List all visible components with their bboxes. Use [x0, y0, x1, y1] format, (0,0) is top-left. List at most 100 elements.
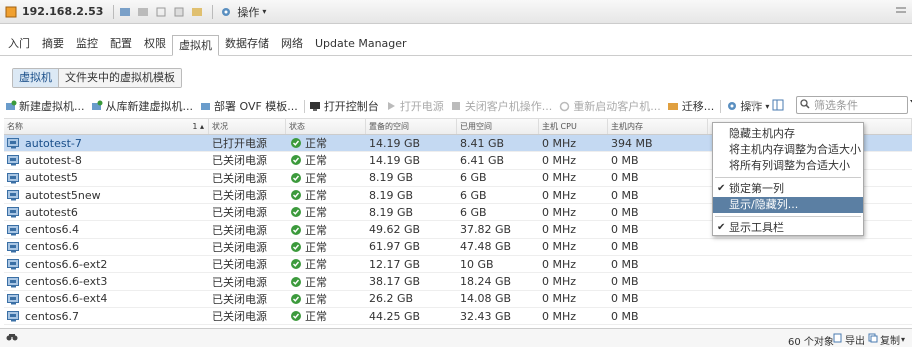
- vm-add-icon[interactable]: [118, 5, 132, 19]
- shutdown-guest-button[interactable]: 关闭客户机操作...: [450, 98, 552, 114]
- menu-item[interactable]: 显示/隐藏列...: [713, 197, 863, 213]
- menu-item[interactable]: 隐藏主机内存: [713, 126, 863, 142]
- subtab-vm-templates[interactable]: 文件夹中的虚拟机模板: [59, 69, 181, 87]
- export-button[interactable]: 导出: [833, 332, 865, 347]
- vm-name[interactable]: centos6.6-ext4: [25, 292, 107, 305]
- menu-item[interactable]: 将主机内存调整为合适大小: [713, 142, 863, 158]
- vm-provisioned: 38.17 GB: [369, 275, 421, 289]
- tab-permissions[interactable]: 权限: [138, 34, 172, 55]
- vm-used: 6 GB: [460, 171, 487, 185]
- table-row[interactable]: centos6.7 已关闭电源 正常 44.25 GB 32.43 GB 0 MHz 0 M…: [4, 308, 912, 326]
- vm-name-cell[interactable]: autotest6: [4, 206, 209, 219]
- vm-status: 正常: [305, 154, 327, 168]
- col-provisioned[interactable]: 置备的空间: [366, 119, 457, 134]
- vm-host-cpu: 0 MHz: [542, 188, 577, 202]
- columns-icon[interactable]: [772, 99, 784, 114]
- table-row[interactable]: centos6.6 已关闭电源 正常 61.97 GB 47.48 GB 0 MHz 0 M…: [4, 239, 912, 257]
- vm-host-mem: 0 MB: [611, 275, 639, 289]
- vm-status: 正常: [305, 275, 327, 289]
- vm-name-cell[interactable]: centos6.7: [4, 310, 209, 323]
- vm-name-cell[interactable]: centos6.6: [4, 240, 209, 253]
- vm-state: 已关闭电源: [212, 189, 267, 203]
- col-status[interactable]: 状态: [286, 119, 366, 134]
- vm-provisioned: 8.19 GB: [369, 171, 414, 185]
- vm-name[interactable]: centos6.7: [25, 310, 79, 323]
- vm-name[interactable]: centos6.4: [25, 223, 79, 236]
- vm-host-mem: 0 MB: [611, 240, 639, 254]
- vm-name[interactable]: autotest-7: [25, 137, 82, 150]
- migrate-button[interactable]: 迁移...: [667, 98, 714, 114]
- menu-item[interactable]: ✔ 锁定第一列: [713, 181, 863, 197]
- copy-button[interactable]: 复制 ▾: [868, 332, 905, 347]
- tab-vms[interactable]: 虚拟机: [172, 35, 219, 56]
- vm-provisioned: 14.19 GB: [369, 153, 421, 167]
- col-name[interactable]: 名称 1 ▴: [4, 119, 209, 134]
- filter-input[interactable]: 筛选条件: [796, 96, 908, 114]
- binoculars-icon[interactable]: [6, 332, 18, 345]
- vm-name[interactable]: centos6.6: [25, 240, 79, 253]
- vm-host-mem: 0 MB: [611, 223, 639, 237]
- vm-name[interactable]: centos6.6-ext2: [25, 258, 107, 271]
- gear-icon: [219, 5, 233, 19]
- power-on-button[interactable]: 打开电源: [385, 98, 444, 114]
- subtab-vms[interactable]: 虚拟机: [13, 69, 59, 87]
- vm-name-cell[interactable]: autotest-7: [4, 137, 209, 150]
- tab-update-manager[interactable]: Update Manager: [309, 34, 413, 55]
- vm-toolbar: 新建虚拟机... 从库新建虚拟机... 部署 OVF 模板... 打开控制台 打…: [4, 96, 912, 115]
- clear-filter-icon[interactable]: [748, 99, 760, 114]
- menu-item[interactable]: ✔ 显示工具栏: [713, 220, 863, 236]
- vm-icon: [7, 172, 21, 184]
- vm-name[interactable]: autotest5: [25, 171, 78, 184]
- vm-name[interactable]: autotest-8: [25, 154, 82, 167]
- vm-power-icon[interactable]: [136, 5, 150, 19]
- vm-name-cell[interactable]: autotest5: [4, 171, 209, 184]
- col-state[interactable]: 状况: [209, 119, 286, 134]
- vm-icon: [7, 154, 21, 166]
- vm-name-cell[interactable]: centos6.4: [4, 223, 209, 236]
- vm-status-cell: 正常: [286, 204, 366, 220]
- tab-networks[interactable]: 网络: [275, 34, 309, 55]
- vm-name-cell[interactable]: centos6.6-ext3: [4, 275, 209, 288]
- vm-status: 正常: [305, 240, 327, 254]
- vm-console-icon[interactable]: [154, 5, 168, 19]
- vm-status-cell: 正常: [286, 291, 366, 307]
- deploy-ovf-button[interactable]: 部署 OVF 模板...: [199, 98, 298, 114]
- vm-name-cell[interactable]: autotest-8: [4, 154, 209, 167]
- tab-getting-started[interactable]: 入门: [2, 34, 36, 55]
- vm-status: 正常: [305, 171, 327, 185]
- vm-name[interactable]: autotest5new: [25, 189, 101, 202]
- tab-datastores[interactable]: 数据存储: [219, 34, 275, 55]
- col-used[interactable]: 已用空间: [457, 119, 539, 134]
- open-console-button[interactable]: 打开控制台: [309, 98, 379, 114]
- vm-status: 正常: [305, 310, 327, 324]
- vm-name-cell[interactable]: centos6.6-ext4: [4, 292, 209, 305]
- new-vm-button[interactable]: 新建虚拟机...: [4, 98, 85, 114]
- vm-name-cell[interactable]: centos6.6-ext2: [4, 258, 209, 271]
- tab-summary[interactable]: 摘要: [36, 34, 70, 55]
- table-row[interactable]: centos6.6-ext3 已关闭电源 正常 38.17 GB 18.24 GB 0 M…: [4, 273, 912, 291]
- vm-name-cell[interactable]: autotest5new: [4, 189, 209, 202]
- tab-monitor[interactable]: 监控: [70, 34, 104, 55]
- actions-menu[interactable]: 操作 ▾: [219, 4, 266, 20]
- vm-snapshot-icon[interactable]: [172, 5, 186, 19]
- col-host-mem[interactable]: 主机内存: [608, 119, 708, 134]
- new-from-library-button[interactable]: 从库新建虚拟机...: [91, 98, 193, 114]
- restart-guest-button[interactable]: 重新启动客户机...: [558, 98, 661, 114]
- vm-host-mem: 0 MB: [611, 171, 639, 185]
- vm-status: 正常: [305, 292, 327, 306]
- table-row[interactable]: centos6.6-ext2 已关闭电源 正常 12.17 GB 10 GB 0 MHz 0…: [4, 256, 912, 274]
- vm-migrate-icon[interactable]: [190, 5, 204, 19]
- vm-used: 37.82 GB: [460, 223, 512, 237]
- col-host-cpu[interactable]: 主机 CPU: [539, 119, 608, 134]
- menu-separator: [715, 177, 861, 178]
- vm-state: 已关闭电源: [212, 292, 267, 306]
- vm-used: 6.41 GB: [460, 153, 505, 167]
- vm-name[interactable]: autotest6: [25, 206, 78, 219]
- vm-name[interactable]: centos6.6-ext3: [25, 275, 107, 288]
- table-row[interactable]: centos6.6-ext4 已关闭电源 正常 26.2 GB 14.08 GB 0 MH…: [4, 291, 912, 308]
- menu-item[interactable]: 将所有列调整为合适大小: [713, 158, 863, 174]
- tab-configure[interactable]: 配置: [104, 34, 138, 55]
- collapse-icon[interactable]: [896, 5, 906, 15]
- vm-status-cell: 正常: [286, 152, 366, 168]
- vm-host-cpu: 0 MHz: [542, 153, 577, 167]
